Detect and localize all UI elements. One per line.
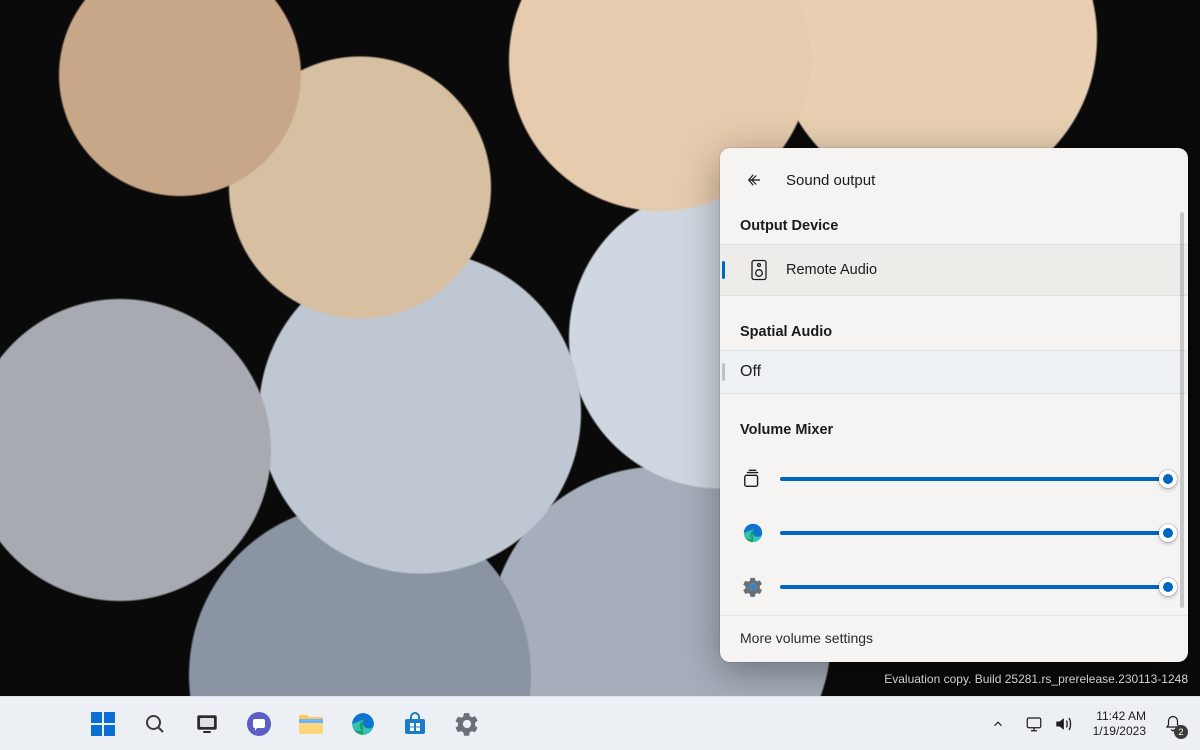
- mixer-slider-settings[interactable]: [780, 578, 1168, 596]
- edge-icon: [350, 711, 376, 737]
- taskbar-date: 1/19/2023: [1093, 724, 1146, 739]
- remote-desktop-icon: [1025, 715, 1043, 733]
- edge-button[interactable]: [340, 703, 386, 745]
- spatial-audio-option[interactable]: Off: [720, 350, 1188, 394]
- search-icon: [143, 712, 167, 736]
- flyout-body: Output Device Remote Audio Spatial Audio…: [720, 208, 1188, 615]
- taskview-icon: [195, 712, 219, 736]
- system-tray: 11:42 AM 1/19/2023 2: [985, 707, 1190, 741]
- store-icon: [402, 711, 428, 737]
- taskview-button[interactable]: [184, 703, 230, 745]
- cast-icon: [740, 466, 766, 492]
- flyout-title: Sound output: [786, 172, 875, 189]
- arrow-left-icon: [745, 171, 763, 189]
- chat-icon: [246, 711, 272, 737]
- store-button[interactable]: [392, 703, 438, 745]
- back-button[interactable]: [740, 166, 768, 194]
- spatial-audio-value: Off: [740, 363, 761, 381]
- taskbar: 11:42 AM 1/19/2023 2: [0, 696, 1200, 750]
- mixer-row-system: [734, 452, 1174, 506]
- mixer-row-settings: [734, 560, 1174, 614]
- tray-overflow-button[interactable]: [985, 711, 1011, 737]
- taskbar-time: 11:42 AM: [1093, 709, 1146, 724]
- settings-button[interactable]: [444, 703, 490, 745]
- mixer-row-edge: [734, 506, 1174, 560]
- mixer-slider-edge[interactable]: [780, 524, 1168, 542]
- mixer-slider-system[interactable]: [780, 470, 1168, 488]
- volume-icon: [1053, 714, 1073, 734]
- volume-mixer-label: Volume Mixer: [720, 412, 1188, 448]
- chat-button[interactable]: [236, 703, 282, 745]
- tray-quick-settings[interactable]: [1015, 710, 1083, 738]
- gear-icon: [454, 711, 480, 737]
- notification-badge: 2: [1174, 725, 1188, 739]
- flyout-scrollbar[interactable]: [1180, 212, 1184, 608]
- explorer-icon: [297, 712, 325, 736]
- taskbar-pinned-apps: [80, 703, 490, 745]
- output-device-label: Output Device: [720, 208, 1188, 244]
- more-volume-settings-link[interactable]: More volume settings: [720, 615, 1188, 662]
- taskbar-clock[interactable]: 11:42 AM 1/19/2023: [1087, 709, 1152, 739]
- output-device-value: Remote Audio: [786, 262, 877, 278]
- start-icon: [90, 711, 116, 737]
- notifications-button[interactable]: 2: [1156, 707, 1190, 741]
- speaker-device-icon: [746, 257, 772, 283]
- edge-icon: [740, 520, 766, 546]
- chevron-up-icon: [991, 717, 1005, 731]
- sound-output-flyout: Sound output Output Device Remote Audio …: [720, 148, 1188, 662]
- gear-icon: [740, 574, 766, 600]
- build-watermark: Evaluation copy. Build 25281.rs_prerelea…: [884, 671, 1188, 688]
- search-button[interactable]: [132, 703, 178, 745]
- output-device-option[interactable]: Remote Audio: [720, 244, 1188, 296]
- flyout-header: Sound output: [720, 148, 1188, 208]
- spatial-audio-label: Spatial Audio: [720, 314, 1188, 350]
- start-button[interactable]: [80, 703, 126, 745]
- volume-mixer: [720, 448, 1188, 615]
- explorer-button[interactable]: [288, 703, 334, 745]
